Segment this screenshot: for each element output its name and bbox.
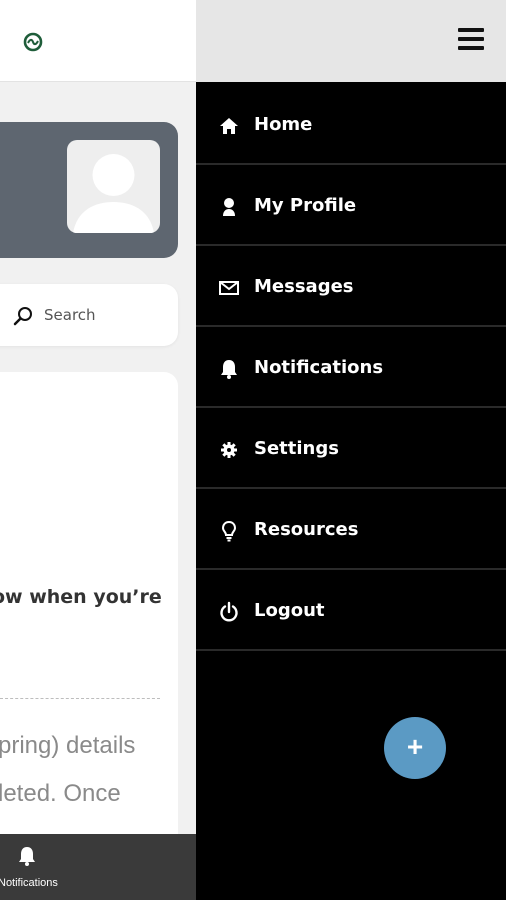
home-icon: [220, 118, 238, 134]
bottom-nav-notifications-label[interactable]: Notifications: [0, 877, 58, 889]
bottom-nav-bell-icon[interactable]: [16, 845, 38, 867]
drawer-item-label: My Profile: [254, 195, 357, 216]
drawer-item-logout[interactable]: Logout: [196, 570, 506, 651]
user-icon: [223, 198, 235, 216]
add-fab-button[interactable]: +: [384, 717, 446, 779]
envelope-icon: [219, 281, 239, 295]
drawer-item-messages[interactable]: Messages: [196, 246, 506, 327]
navigation-drawer: Home My Profile Messages Notifications S…: [196, 82, 506, 900]
power-icon: [220, 601, 238, 622]
bell-icon: [221, 360, 237, 379]
app-logo-icon: [23, 32, 43, 52]
lightbulb-icon: [221, 520, 237, 542]
drawer-item-label: Messages: [254, 276, 354, 297]
bottom-nav: [0, 834, 196, 900]
drawer-item-home[interactable]: Home: [196, 84, 506, 165]
drawer-item-label: Logout: [254, 600, 325, 621]
content-card: [0, 372, 178, 892]
gear-icon: [221, 442, 237, 458]
content-body-line-1: pring) details: [0, 732, 136, 759]
drawer-item-label: Notifications: [254, 357, 384, 378]
avatar-placeholder-icon: [73, 154, 154, 233]
drawer-item-settings[interactable]: Settings: [196, 408, 506, 489]
drawer-item-resources[interactable]: Resources: [196, 489, 506, 570]
drawer-item-notifications[interactable]: Notifications: [196, 327, 506, 408]
main-page: Search ow when you’re pring) details let…: [0, 0, 196, 900]
search-label[interactable]: Search: [44, 306, 96, 324]
hamburger-menu-icon[interactable]: [458, 28, 484, 54]
avatar[interactable]: [67, 140, 160, 233]
drawer-item-label: Resources: [254, 519, 359, 540]
content-heading-text: ow when you’re: [0, 586, 162, 608]
page-header: [0, 0, 196, 82]
content-body-line-2: leted. Once: [0, 780, 121, 807]
drawer-item-label: Settings: [254, 438, 339, 459]
content-divider: [0, 698, 160, 699]
drawer-item-label: Home: [254, 114, 313, 135]
search-icon: [13, 307, 32, 326]
drawer-item-my-profile[interactable]: My Profile: [196, 165, 506, 246]
